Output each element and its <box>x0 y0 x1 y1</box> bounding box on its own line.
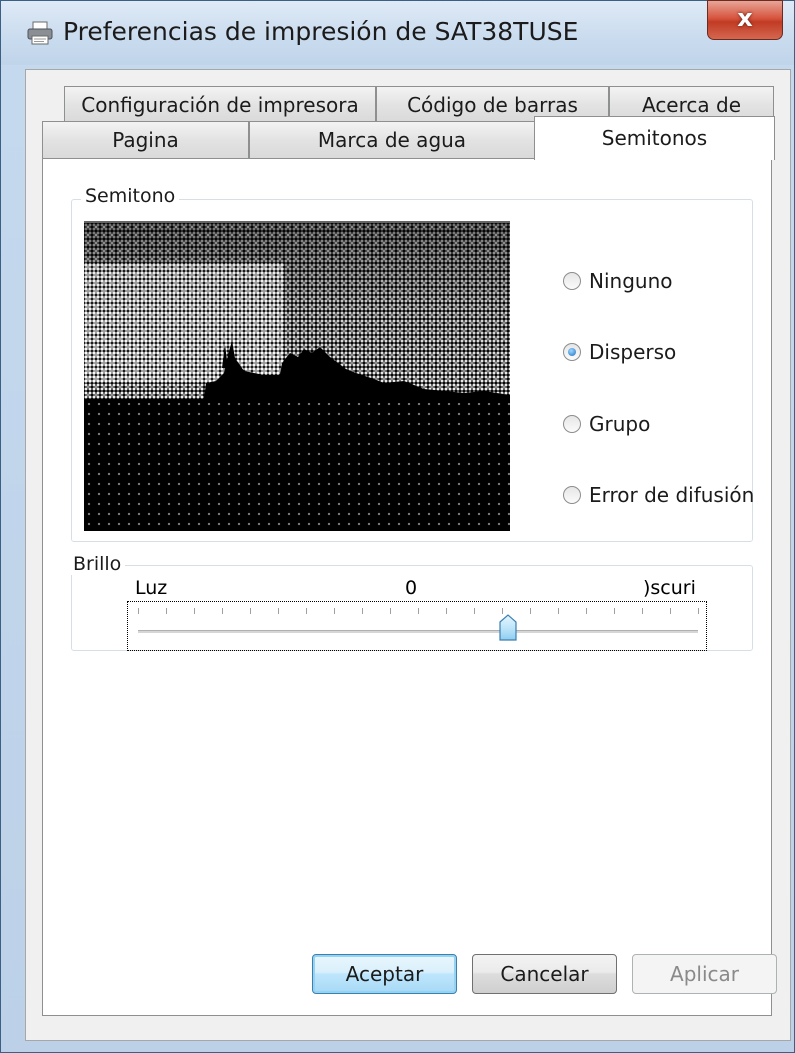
tab-marca-de-agua[interactable]: Marca de agua <box>249 121 535 158</box>
tab-configuracion-impresora[interactable]: Configuración de impresora <box>64 86 376 123</box>
slider-tick <box>250 608 251 614</box>
dialog-client-area: Configuración de impresora Código de bar… <box>25 69 791 1041</box>
slider-tick <box>278 608 279 614</box>
aceptar-button[interactable]: Aceptar <box>312 954 457 994</box>
radio-error-difusion-label: Error de difusión <box>589 483 755 507</box>
radio-grupo-circle[interactable] <box>563 415 581 433</box>
slider-tick <box>222 608 223 614</box>
slider-tick <box>334 608 335 614</box>
slider-tick <box>586 608 587 614</box>
slider-track <box>138 630 698 633</box>
brightness-max-label: )scuri <box>643 577 696 599</box>
printer-icon <box>27 21 53 45</box>
tab-semitonos[interactable]: Semitonos <box>534 116 775 160</box>
radio-grupo-label: Grupo <box>589 412 651 436</box>
slider-tick <box>418 608 419 614</box>
halftone-preview-image <box>84 221 510 531</box>
radio-disperso-label: Disperso <box>589 340 677 364</box>
semitonos-tab-panel: Semitono Ninguno Disperso Grupo Error de… <box>42 158 772 1016</box>
title-bar[interactable]: Preferencias de impresión de SAT38TUSE x <box>1 0 794 65</box>
radio-ninguno-label: Ninguno <box>589 269 673 293</box>
brightness-min-label: Luz <box>135 577 168 599</box>
radio-ninguno-circle[interactable] <box>563 272 581 290</box>
slider-tick <box>390 608 391 614</box>
slider-tick <box>642 608 643 614</box>
cancelar-button[interactable]: Cancelar <box>472 954 617 994</box>
halftone-group-label: Semitono <box>81 185 180 207</box>
slider-tick <box>614 608 615 614</box>
close-icon: x <box>737 4 753 32</box>
slider-tick <box>474 608 475 614</box>
slider-tick <box>530 608 531 614</box>
slider-tick <box>166 608 167 614</box>
slider-tick <box>698 608 699 614</box>
brightness-mid-label: 0 <box>405 577 418 599</box>
radio-disperso-circle[interactable] <box>563 343 581 361</box>
skyline-silhouette <box>84 331 510 403</box>
slider-tick <box>306 608 307 614</box>
window-title: Preferencias de impresión de SAT38TUSE <box>63 17 579 46</box>
aplicar-button[interactable]: Aplicar <box>632 954 777 994</box>
slider-tick <box>138 608 139 614</box>
slider-tick <box>362 608 363 614</box>
radio-error-difusion-circle[interactable] <box>563 486 581 504</box>
slider-tick <box>558 608 559 614</box>
close-button[interactable]: x <box>707 0 783 40</box>
slider-tick <box>194 608 195 614</box>
slider-tick <box>670 608 671 614</box>
tab-pagina[interactable]: Pagina <box>42 121 249 158</box>
brightness-slider[interactable] <box>127 601 707 651</box>
print-preferences-window: Preferencias de impresión de SAT38TUSE x… <box>0 0 795 1053</box>
slider-thumb[interactable] <box>498 614 517 642</box>
brightness-group-label: Brillo <box>69 553 126 575</box>
slider-tick <box>446 608 447 614</box>
